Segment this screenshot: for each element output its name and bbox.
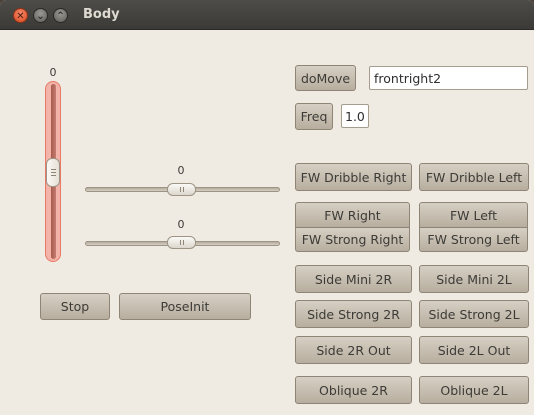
- side-2l-out-button[interactable]: Side 2L Out: [419, 336, 529, 364]
- freq-button[interactable]: Freq: [295, 103, 333, 130]
- grip-icon: [50, 169, 56, 176]
- horizontal-slider-1-handle[interactable]: [167, 183, 196, 196]
- freq-input[interactable]: 1.0: [341, 104, 369, 128]
- side-strong-2l-button[interactable]: Side Strong 2L: [419, 300, 529, 328]
- fw-left-button[interactable]: FW Left: [419, 202, 528, 228]
- move-name-input[interactable]: frontright2: [369, 66, 528, 90]
- stop-button[interactable]: Stop: [40, 293, 110, 320]
- close-icon[interactable]: ✕: [13, 8, 28, 23]
- grip-icon: [179, 187, 184, 192]
- fw-right-button[interactable]: FW Right: [295, 202, 410, 228]
- poseinit-button[interactable]: PoseInit: [119, 293, 251, 320]
- horizontal-slider-2-value: 0: [177, 218, 185, 231]
- grip-icon: [179, 240, 184, 245]
- minimize-icon[interactable]: ⌄: [33, 8, 48, 23]
- window-title: Body: [83, 7, 120, 22]
- title-bar[interactable]: ✕ ⌄ ⌃ Body: [0, 0, 534, 30]
- body-window: ✕ ⌄ ⌃ Body 0 0 0 Stop PoseInit doMove fr…: [0, 0, 534, 415]
- vertical-slider-handle[interactable]: [46, 158, 60, 187]
- side-strong-2r-button[interactable]: Side Strong 2R: [295, 300, 412, 328]
- maximize-icon[interactable]: ⌃: [53, 8, 68, 23]
- vertical-slider-value: 0: [49, 66, 57, 79]
- oblique-2r-button[interactable]: Oblique 2R: [295, 376, 412, 404]
- horizontal-slider-1-value: 0: [177, 164, 185, 177]
- fw-strong-left-button[interactable]: FW Strong Left: [419, 228, 528, 252]
- side-mini-2l-button[interactable]: Side Mini 2L: [419, 265, 529, 293]
- horizontal-slider-2-handle[interactable]: [167, 236, 196, 249]
- fw-dribble-left-button[interactable]: FW Dribble Left: [419, 163, 529, 191]
- vertical-slider[interactable]: [45, 81, 61, 262]
- domove-button[interactable]: doMove: [295, 65, 356, 91]
- fw-strong-right-button[interactable]: FW Strong Right: [295, 228, 410, 252]
- oblique-2l-button[interactable]: Oblique 2L: [419, 376, 529, 404]
- side-2r-out-button[interactable]: Side 2R Out: [295, 336, 412, 364]
- fw-dribble-right-button[interactable]: FW Dribble Right: [295, 163, 412, 191]
- side-mini-2r-button[interactable]: Side Mini 2R: [295, 265, 412, 293]
